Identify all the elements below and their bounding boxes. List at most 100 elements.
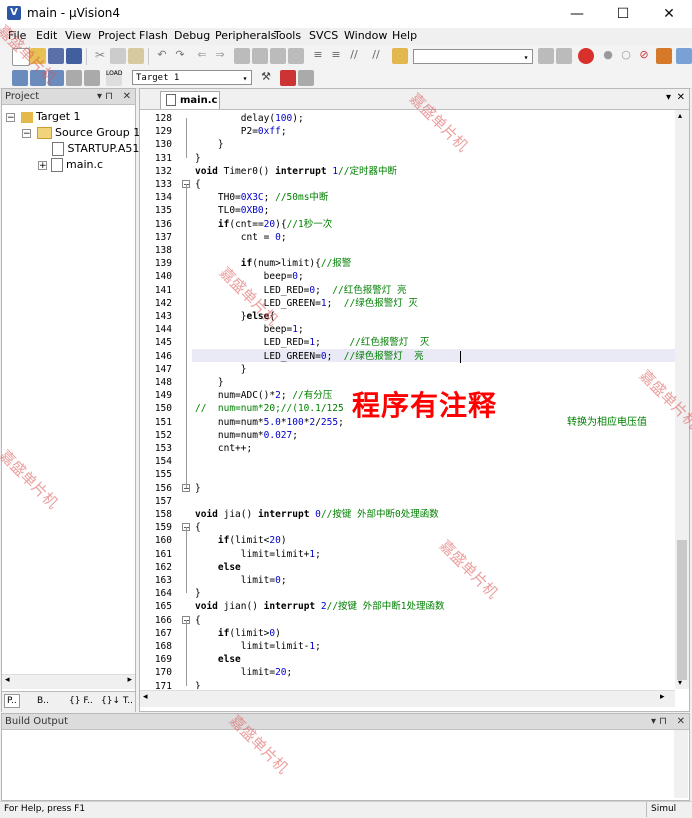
settings-icon[interactable] [656, 48, 672, 64]
menu-window[interactable]: Window [340, 29, 391, 42]
code-line: cnt = 0; [195, 231, 287, 243]
code-line: TH0=0X3C; //50ms中断 [195, 192, 329, 204]
nav-forward-icon[interactable]: ⇒ [212, 48, 228, 64]
scroll-right-icon[interactable]: ▸ [127, 675, 132, 685]
code-line: beep=1; [195, 324, 304, 336]
project-hscrollbar[interactable]: ◂ ▸ [2, 674, 135, 689]
incremental-find-icon[interactable] [556, 48, 572, 64]
redo-icon[interactable]: ↷ [172, 48, 188, 64]
line-number: 157 [154, 495, 172, 507]
panel-dropdown-icon[interactable]: ▾ ⊓ [651, 714, 667, 729]
code-line: { [195, 522, 201, 534]
scroll-right-icon[interactable]: ▸ [660, 692, 665, 702]
collapse-icon[interactable]: − [6, 112, 15, 122]
code-line: num=num*0.027; [195, 429, 298, 441]
target-select[interactable]: Target 1 ▾ [132, 70, 252, 85]
tree-target[interactable]: − Target 1 [6, 109, 81, 125]
bookmark-next-icon[interactable] [270, 48, 286, 64]
close-button[interactable]: ✕ [646, 0, 692, 28]
project-tabs: P.. B.. {} F.. {}↓ T.. [2, 691, 135, 712]
scroll-left-icon[interactable]: ◂ [143, 692, 148, 702]
code-line: limit=limit+1; [195, 548, 321, 560]
nav-back-icon[interactable]: ⇐ [194, 48, 210, 64]
indent-icon[interactable]: ≡ [310, 48, 326, 64]
unindent-icon[interactable]: ≡ [328, 48, 344, 64]
menu-flash[interactable]: Flash [135, 29, 172, 42]
menu-svcs[interactable]: SVCS [305, 29, 342, 42]
tree-file-label: main.c [66, 158, 104, 171]
tab-templates[interactable]: {}↓ T.. [99, 695, 135, 707]
bookmark-clear-icon[interactable] [288, 48, 304, 64]
menu-edit[interactable]: Edit [32, 29, 61, 42]
breakpoint-disable-icon[interactable]: ○ [618, 48, 634, 64]
tab-main-c[interactable]: main.c [160, 91, 220, 109]
line-number: 133 [154, 179, 172, 190]
target-options-icon[interactable]: ⚒ [258, 70, 274, 86]
fold-guide-line [186, 527, 187, 594]
tree-source-group[interactable]: − Source Group 1 [22, 125, 140, 141]
panel-close-icon[interactable]: ✕ [123, 89, 131, 104]
debug-start-icon[interactable] [578, 48, 594, 64]
tree-file-startup[interactable]: STARTUP.A51 [52, 141, 139, 157]
line-number: 142 [154, 297, 172, 309]
bookmark-icon[interactable] [234, 48, 250, 64]
scroll-up-icon[interactable]: ▴ [678, 111, 682, 120]
breakpoint-icon[interactable]: ● [600, 48, 616, 64]
line-number: 169 [154, 654, 172, 666]
breakpoint-kill-icon[interactable]: ⊘ [636, 48, 652, 64]
scroll-down-icon[interactable]: ▾ [678, 678, 682, 687]
maximize-button[interactable]: ☐ [600, 0, 646, 28]
target-icon [20, 111, 33, 123]
build-output-header: Build Output ▾ ⊓ ✕ [2, 714, 689, 730]
select-packs-icon[interactable] [298, 70, 314, 86]
build-output-scrollbar[interactable] [674, 730, 688, 798]
tab-project[interactable]: P.. [4, 694, 20, 708]
toolbar-separator [148, 48, 149, 65]
minimize-button[interactable]: — [554, 0, 600, 28]
download-icon[interactable]: LOAD [106, 70, 122, 86]
scroll-left-icon[interactable]: ◂ [5, 675, 10, 685]
line-number: 164 [154, 588, 172, 600]
line-number: 161 [154, 548, 172, 560]
menu-project[interactable]: Project [94, 29, 140, 42]
uncomment-icon[interactable]: // [368, 48, 384, 64]
code-line: cnt++; [195, 443, 253, 454]
code-line: if(num>limit){//报警 [240, 258, 352, 270]
panel-dropdown-icon[interactable]: ▾ ⊓ [97, 89, 113, 104]
cut-icon[interactable]: ✂ [92, 48, 108, 64]
panel-close-icon[interactable]: ✕ [677, 714, 685, 729]
find-in-files-icon[interactable] [392, 48, 408, 64]
expand-icon[interactable]: + [38, 160, 47, 170]
copy-icon[interactable] [110, 48, 126, 64]
line-number: 131 [154, 152, 172, 164]
paste-icon[interactable] [128, 48, 144, 64]
scroll-thumb[interactable] [677, 540, 687, 680]
save-all-icon[interactable] [66, 48, 82, 64]
code-line: void Timer0() interrupt 1//定时器中断 [195, 165, 397, 177]
menu-view[interactable]: View [61, 29, 95, 42]
manage-components-icon[interactable] [280, 70, 296, 86]
tab-list-icon[interactable]: ▾ [666, 92, 671, 103]
find-combo[interactable]: ▾ [413, 49, 533, 64]
tab-functions[interactable]: {} F.. [67, 695, 95, 707]
batch-build-icon[interactable] [66, 70, 82, 86]
translate-icon[interactable] [12, 70, 28, 86]
menu-bar: File Edit View Project Flash Debug Perip… [0, 28, 692, 45]
window-icon[interactable] [676, 48, 692, 64]
editor-hscrollbar[interactable]: ◂ ▸ [140, 690, 675, 707]
menu-tools[interactable]: Tools [270, 29, 305, 42]
menu-help[interactable]: Help [388, 29, 421, 42]
collapse-icon[interactable]: − [22, 128, 31, 138]
undo-icon[interactable]: ↶ [154, 48, 170, 64]
comment-icon[interactable]: // [346, 48, 362, 64]
tab-books[interactable]: B.. [35, 695, 51, 707]
line-number: 130 [154, 139, 172, 151]
bookmark-prev-icon[interactable] [252, 48, 268, 64]
stop-build-icon[interactable] [84, 70, 100, 86]
code-line: else [217, 654, 241, 666]
find-icon[interactable] [538, 48, 554, 64]
code-line: limit=0; [195, 575, 287, 586]
menu-debug[interactable]: Debug [170, 29, 214, 42]
tree-file-main[interactable]: + main.c [38, 157, 103, 173]
tab-close-icon[interactable]: ✕ [677, 92, 685, 103]
